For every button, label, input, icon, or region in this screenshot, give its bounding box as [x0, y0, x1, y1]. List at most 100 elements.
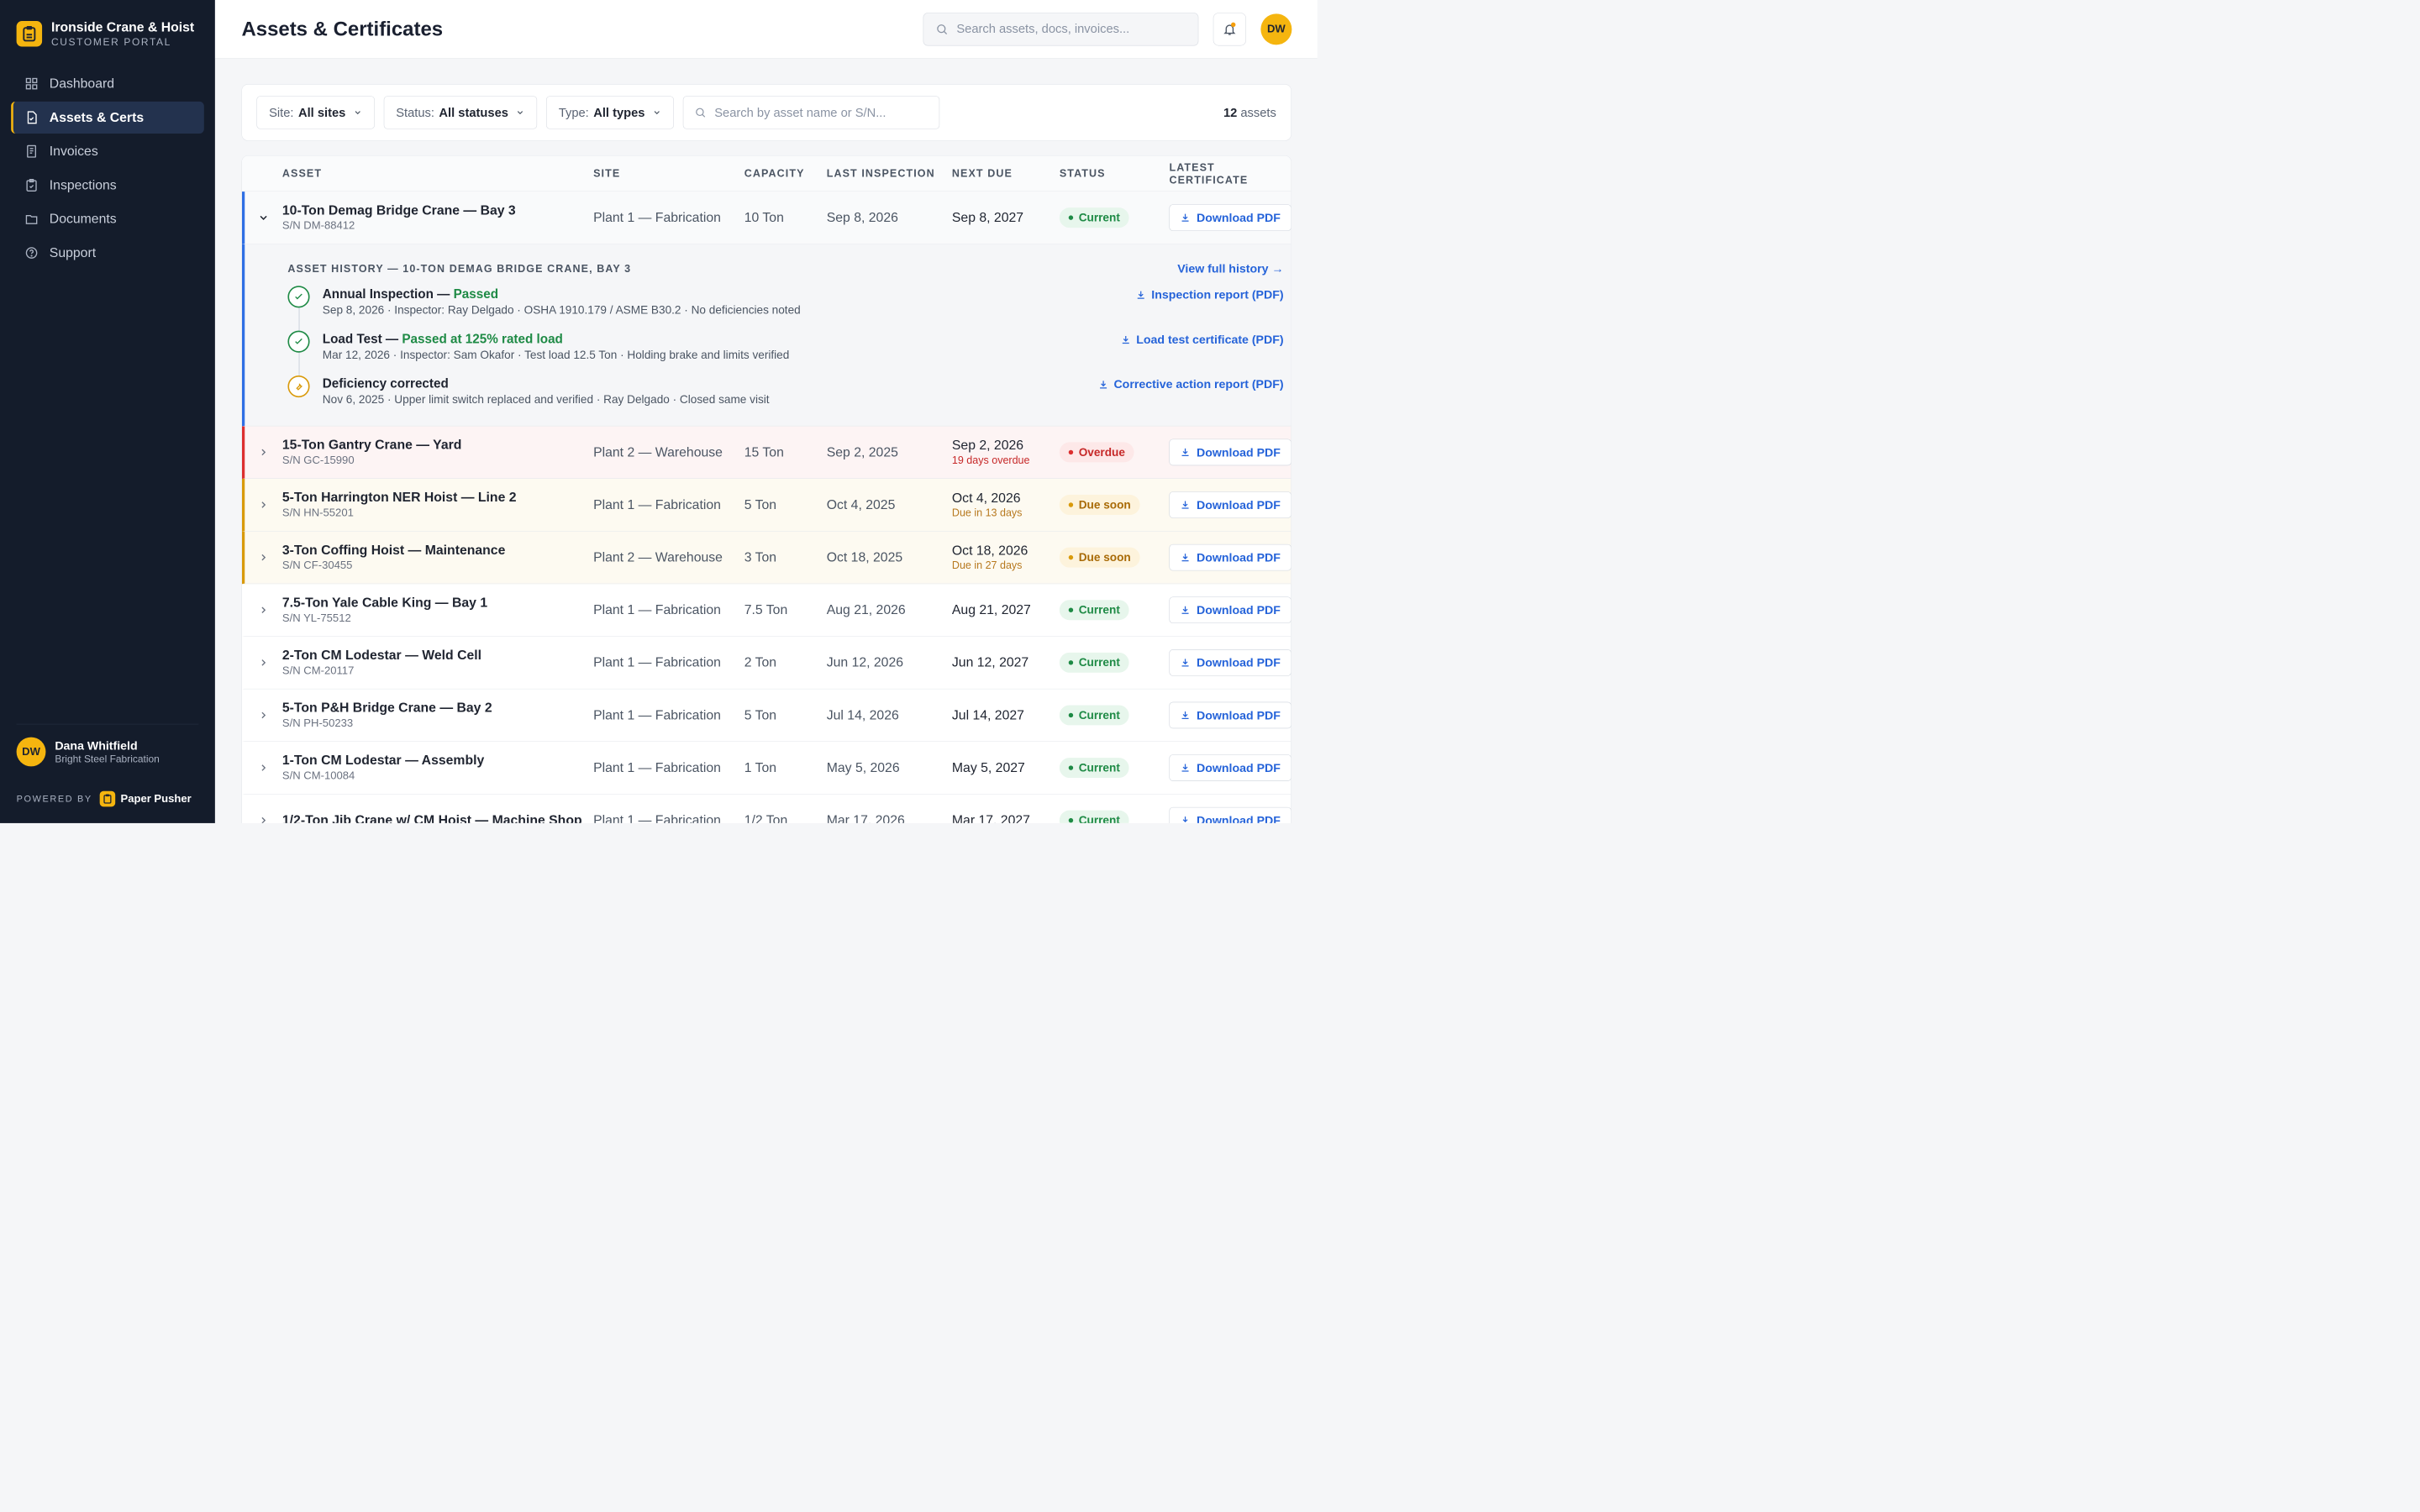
history-event: Deficiency corrected Nov 6, 2025 · Upper… [287, 375, 1284, 420]
filter-label: Type: [558, 105, 589, 119]
nav-item-invoices[interactable]: Invoices [11, 135, 204, 167]
download-pdf-button[interactable]: Download PDF [1169, 806, 1292, 823]
asset-site: Plant 1 — Fabrication [593, 654, 721, 670]
download-pdf-button[interactable]: Download PDF [1169, 596, 1292, 624]
history-event: Annual Inspection — Passed Sep 8, 2026 ·… [287, 286, 1284, 330]
chevron-right-icon[interactable] [258, 552, 269, 563]
table-row[interactable]: 2-Ton CM Lodestar — Weld Cell S/N CM-2011… [241, 637, 1292, 690]
last-inspection: Jun 12, 2026 [826, 654, 904, 670]
table-row[interactable]: 5-Ton P&H Bridge Crane — Bay 2 S/N PH-502… [241, 689, 1292, 743]
status-badge: Current [1059, 600, 1129, 621]
filter-value: All sites [297, 105, 346, 119]
user-profile[interactable]: DW Dana Whitfield Bright Steel Fabricati… [16, 723, 199, 767]
site-filter[interactable]: Site: All sites [256, 96, 375, 129]
table-header: ASSET SITE CAPACITY LAST INSPECTION NEXT… [241, 155, 1292, 192]
next-due: May 5, 2027 [951, 760, 1025, 775]
next-due: Jun 12, 2027 [951, 654, 1029, 670]
chevron-down-icon [654, 111, 660, 115]
download-pdf-button[interactable]: Download PDF [1169, 438, 1292, 466]
column-header[interactable]: LATEST CERTIFICATE [1169, 161, 1291, 186]
asset-capacity: 5 Ton [744, 497, 777, 512]
nav-item-assets-certs[interactable]: Assets & Certs [11, 101, 204, 134]
column-header[interactable]: NEXT DUE [952, 167, 1060, 180]
last-inspection: Oct 18, 2025 [826, 549, 903, 565]
asset-name[interactable]: 15-Ton Gantry Crane — Yard [282, 437, 593, 454]
receipt-icon [27, 144, 37, 158]
table-row[interactable]: 1-Ton CM Lodestar — Assembly S/N CM-10084… [241, 742, 1292, 795]
table-row[interactable]: 7.5-Ton Yale Cable King — Bay 1 S/N YL-75… [241, 584, 1292, 637]
download-icon [1122, 335, 1129, 344]
view-full-history-link[interactable]: View full history → [1177, 261, 1283, 276]
download-pdf-button[interactable]: Download PDF [1169, 701, 1292, 729]
chevron-right-icon[interactable] [258, 605, 269, 616]
brand-logo-icon [16, 21, 43, 47]
chevron-right-icon[interactable] [258, 763, 269, 774]
asset-name[interactable]: 5-Ton P&H Bridge Crane — Bay 2 [282, 700, 593, 717]
corrective-action-report-link[interactable]: Corrective action report (PDF) [1098, 375, 1284, 391]
last-inspection: Oct 4, 2025 [826, 497, 896, 512]
download-pdf-button[interactable]: Download PDF [1169, 491, 1292, 518]
nav-label: Support [49, 245, 97, 260]
nav-item-dashboard[interactable]: Dashboard [11, 68, 204, 100]
status-filter[interactable]: Status: All statuses [383, 96, 538, 129]
powered-label: POWERED BY [16, 793, 92, 804]
filter-label: Status: [396, 105, 434, 119]
table-row[interactable]: 3-Ton Coffing Hoist — Maintenance S/N CF-… [241, 531, 1292, 585]
nav-item-documents[interactable]: Documents [11, 203, 204, 235]
asset-name[interactable]: 5-Ton Harrington NER Hoist — Line 2 [282, 490, 593, 507]
user-avatar-button[interactable]: DW [1260, 13, 1292, 45]
event-title: Annual Inspection — [322, 286, 454, 302]
chevron-right-icon[interactable] [258, 710, 269, 721]
check-circle-icon [287, 330, 310, 353]
grid-icon [25, 77, 38, 90]
chevron-right-icon[interactable] [258, 815, 269, 823]
column-header[interactable]: CAPACITY [744, 167, 827, 180]
nav-label: Assets & Certs [49, 109, 145, 125]
download-icon [1182, 816, 1188, 823]
inspection-report-link[interactable]: Inspection report (PDF) [1136, 286, 1284, 302]
asset-name[interactable]: 3-Ton Coffing Hoist — Maintenance [282, 542, 593, 559]
download-pdf-button[interactable]: Download PDF [1169, 204, 1292, 231]
asset-name[interactable]: 10-Ton Demag Bridge Crane — Bay 3 [282, 202, 593, 219]
column-header[interactable]: LAST INSPECTION [827, 167, 952, 180]
folder-icon [25, 215, 38, 224]
column-header[interactable]: SITE [593, 167, 744, 180]
search-icon [696, 108, 706, 118]
table-row[interactable]: 1/2-Ton Jib Crane w/ CM Hoist — Machine … [242, 795, 1292, 823]
asset-history-panel: ASSET HISTORY — 10-TON DEMAG BRIDGE CRAN… [241, 244, 1292, 427]
asset-name[interactable]: 2-Ton CM Lodestar — Weld Cell [282, 647, 593, 664]
chevron-right-icon[interactable] [258, 499, 269, 510]
type-filter[interactable]: Type: All types [546, 96, 674, 129]
chevron-right-icon[interactable] [258, 447, 269, 458]
table-row[interactable]: 5-Ton Harrington NER Hoist — Line 2 S/N H… [241, 478, 1292, 532]
chevron-right-icon[interactable] [258, 657, 269, 668]
status-badge: Current [1059, 810, 1129, 823]
nav-item-inspections[interactable]: Inspections [11, 169, 204, 201]
asset-name[interactable]: 1-Ton CM Lodestar — Assembly [282, 753, 593, 769]
column-header[interactable]: STATUS [1060, 167, 1170, 180]
event-result: Passed [453, 286, 499, 302]
notifications-button[interactable] [1213, 12, 1246, 46]
load-test-certificate-link[interactable]: Load test certificate (PDF) [1121, 331, 1284, 347]
global-search-input[interactable]: Search assets, docs, invoices... [923, 12, 1199, 46]
chevron-down-icon[interactable] [257, 212, 269, 223]
download-pdf-button[interactable]: Download PDF [1169, 754, 1292, 781]
wrench-icon [287, 375, 310, 398]
asset-site: Plant 1 — Fabrication [593, 760, 721, 775]
table-row[interactable]: 10-Ton Demag Bridge Crane — Bay 3 S/N DM-… [241, 192, 1292, 244]
next-due-note: 19 days overdue [951, 454, 1030, 466]
table-row[interactable]: 15-Ton Gantry Crane — Yard S/N GC-15990 P… [241, 426, 1292, 479]
download-pdf-button[interactable]: Download PDF [1169, 649, 1292, 676]
asset-count: 12 assets [1223, 105, 1276, 119]
asset-name[interactable]: 7.5-Ton Yale Cable King — Bay 1 [282, 595, 593, 612]
brand[interactable]: Ironside Crane & Hoist CUSTOMER PORTAL [0, 0, 215, 49]
download-pdf-button[interactable]: Download PDF [1169, 543, 1292, 571]
asset-search-input[interactable]: Search by asset name or S/N... [682, 96, 940, 129]
nav-item-support[interactable]: Support [11, 237, 204, 269]
brand-subtitle: CUSTOMER PORTAL [50, 36, 171, 48]
download-icon [1181, 764, 1189, 772]
filter-bar: Site: All sites Status: All statuses Typ… [241, 84, 1292, 141]
column-header[interactable]: ASSET [282, 167, 593, 180]
next-due: Aug 21, 2027 [951, 602, 1031, 617]
asset-name[interactable]: 1/2-Ton Jib Crane w/ CM Hoist — Machine … [282, 812, 593, 823]
